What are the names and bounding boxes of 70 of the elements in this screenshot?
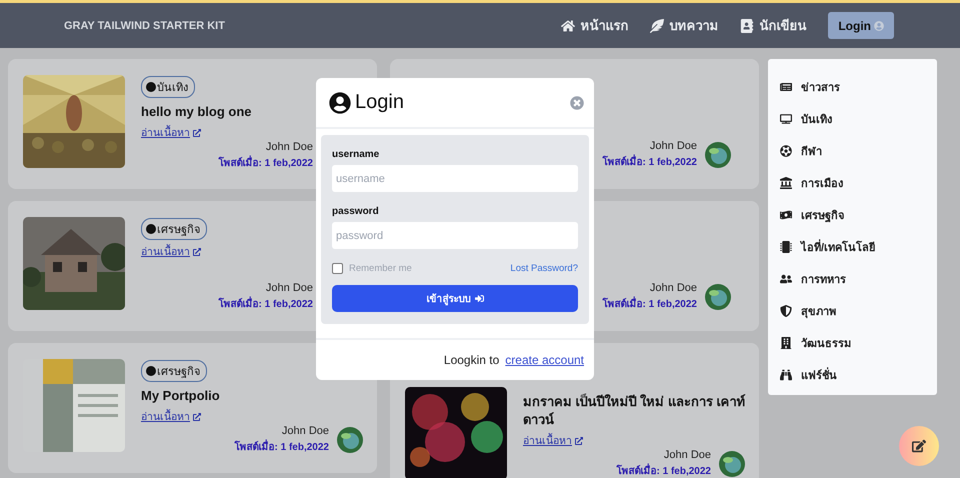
sidebar-item[interactable]: การทหาร	[780, 263, 937, 295]
newspaper-icon	[780, 81, 792, 93]
field-label: password	[332, 206, 380, 217]
money-icon	[780, 209, 792, 221]
chip-icon	[780, 241, 792, 253]
login-submit-button[interactable]: เข้าสู่ระบบ	[332, 285, 578, 312]
tv-icon	[780, 113, 792, 125]
author-name: John Doe	[266, 282, 313, 294]
home-icon	[561, 18, 576, 32]
remember-checkbox[interactable]	[332, 263, 343, 274]
shield-icon	[780, 305, 792, 317]
read-more-link[interactable]: อ่านเนื้อหา	[523, 432, 583, 449]
post-date: โพสต์เมื่อ: 1 feb,2022	[218, 296, 313, 311]
category-tag: เศรษฐกิจ	[141, 218, 207, 240]
binoculars-icon	[780, 369, 792, 381]
author-name: John Doe	[650, 282, 697, 294]
external-link-icon	[193, 128, 201, 136]
sidebar-item[interactable]: ข่าวสาร	[780, 71, 937, 103]
user-icon	[329, 92, 351, 114]
create-account-link[interactable]: create account	[505, 353, 584, 367]
author-name: John Doe	[664, 449, 711, 461]
feather-icon	[650, 18, 664, 32]
category-tag: บันเทิง	[141, 76, 195, 98]
brand-title: GRAY TAILWIND STARTER KIT	[64, 20, 226, 32]
nav-link[interactable]: บทความ	[650, 15, 718, 36]
sidebar-item[interactable]: บันเทิง	[780, 103, 937, 135]
post-date: โพสต์เมื่อ: 1 feb,2022	[602, 296, 697, 311]
building-icon	[780, 337, 792, 349]
post-title: My Portpolio	[141, 387, 220, 405]
contact-book-icon	[740, 18, 754, 32]
author-name: John Doe	[650, 140, 697, 152]
dialog-title: Login	[355, 91, 405, 114]
people-icon	[780, 273, 792, 285]
author-name: John Doe	[282, 425, 329, 437]
external-link-icon	[193, 248, 201, 256]
read-more-link[interactable]: อ่านเนื้อหา	[141, 124, 201, 141]
post-date: โพสต์เมื่อ: 1 feb,2022	[616, 463, 711, 478]
sidebar-item[interactable]: กีฬา	[780, 135, 937, 167]
nav-link[interactable]: นักเขียน	[740, 15, 806, 36]
edit-button[interactable]	[899, 426, 939, 466]
sign-in-icon	[474, 294, 484, 303]
read-more-link[interactable]: อ่านเนื้อหา	[141, 408, 201, 425]
input-field[interactable]: password	[332, 222, 578, 249]
checkbox-label: Remember me	[349, 263, 412, 274]
read-more-link[interactable]: อ่านเนื้อหา	[141, 243, 201, 260]
edit-icon	[912, 439, 926, 453]
post-date: โพสต์เมื่อ: 1 feb,2022	[234, 439, 329, 454]
post-title: มกราคม เป็นปีใหม่ปี ใหม่ และการ เคาท์ดาวน์	[523, 393, 746, 429]
sidebar-item[interactable]: ไอที่/เทคโนโลยี	[780, 231, 937, 263]
sidebar-item[interactable]: แฟร์ชั่น	[780, 359, 937, 391]
sidebar-item[interactable]: การเมือง	[780, 167, 937, 199]
lost-password-link[interactable]: Lost Password?	[510, 263, 578, 274]
landmark-icon	[780, 177, 792, 189]
nav-link[interactable]: หน้าแรก	[561, 15, 628, 36]
category-tag: เศรษฐกิจ	[141, 360, 207, 382]
input-field[interactable]: username	[332, 165, 578, 192]
post-date: โพสต์เมื่อ: 1 feb,2022	[218, 155, 313, 170]
field-label: username	[332, 149, 380, 160]
author-name: John Doe	[266, 141, 313, 153]
external-link-icon	[575, 436, 583, 444]
footer-text: Loogkin to	[444, 353, 500, 367]
sidebar-item[interactable]: สุขภาพ	[780, 295, 937, 327]
sidebar-item[interactable]: วัฒนธรรม	[780, 327, 937, 359]
post-title: hello my blog one	[141, 103, 252, 121]
sidebar-item[interactable]: เศรษฐกิจ	[780, 199, 937, 231]
post-date: โพสต์เมื่อ: 1 feb,2022	[602, 154, 697, 169]
user-icon	[874, 20, 884, 30]
external-link-icon	[193, 412, 201, 420]
login-button[interactable]: Login	[828, 12, 894, 39]
close-icon[interactable]	[570, 96, 584, 110]
